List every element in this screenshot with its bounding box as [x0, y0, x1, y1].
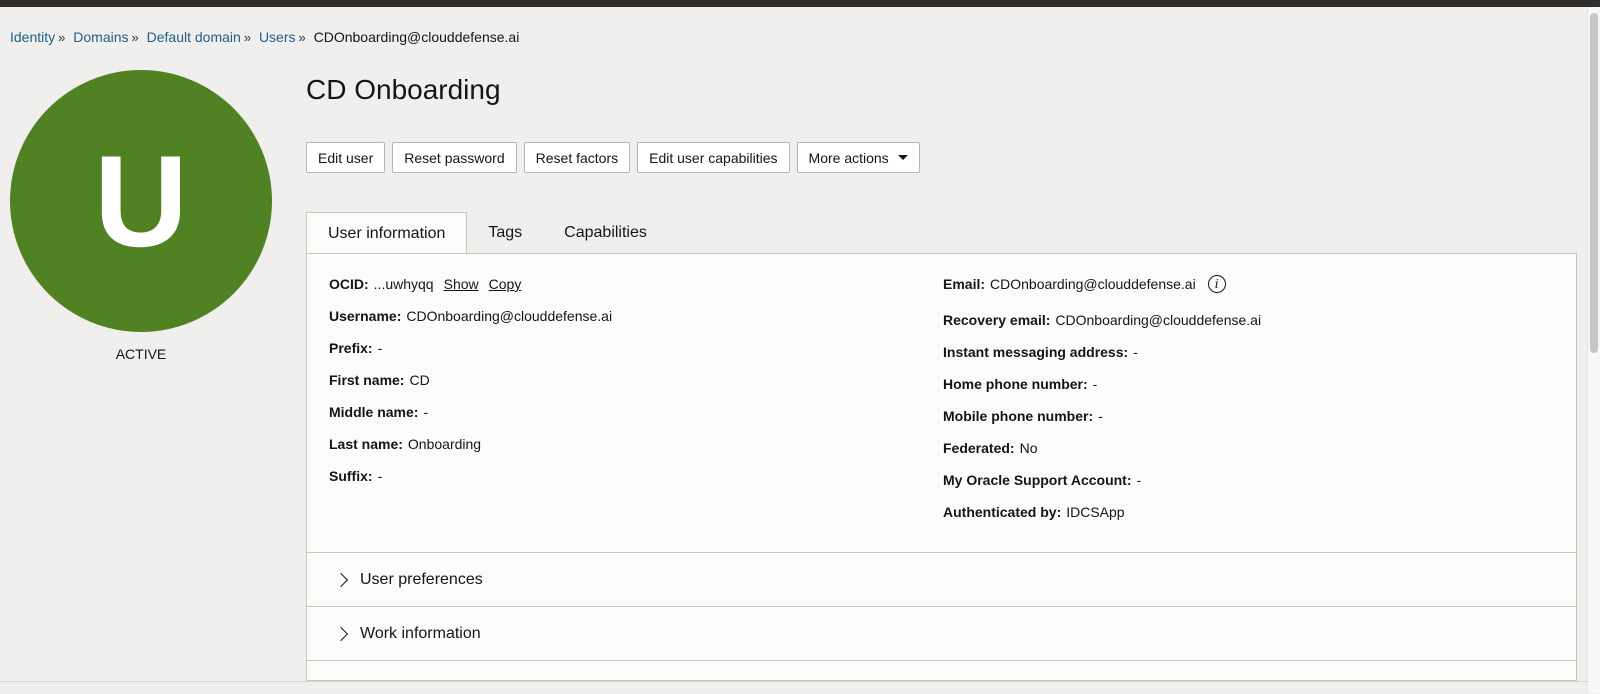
prefix-value: -	[377, 340, 383, 356]
home-phone-label: Home phone number:	[943, 376, 1088, 392]
next-section[interactable]	[306, 661, 1577, 681]
federated-label: Federated:	[943, 440, 1015, 456]
tab-tags[interactable]: Tags	[467, 212, 543, 254]
ocid-field: OCID: ...uwhyqq Show Copy	[329, 276, 521, 292]
tab-user-information[interactable]: User information	[306, 212, 468, 255]
caret-down-icon	[897, 155, 908, 160]
more-actions-button[interactable]: More actions	[796, 142, 920, 173]
user-avatar: U	[10, 70, 272, 332]
more-actions-label: More actions	[808, 149, 889, 166]
im-address-value: -	[1133, 344, 1138, 360]
authenticated-by-value: IDCSApp	[1066, 504, 1125, 520]
recovery-email-label: Recovery email:	[943, 312, 1051, 328]
breadcrumb-current: CDOnboarding@clouddefense.ai	[313, 29, 520, 45]
page-title: CD Onboarding	[306, 74, 501, 105]
federated-value: No	[1019, 440, 1038, 456]
email-label: Email:	[943, 276, 986, 292]
im-address-field: Instant messaging address: -	[943, 344, 1138, 360]
prefix-label: Prefix:	[329, 340, 373, 356]
scrollbar-thumb[interactable]	[1590, 13, 1598, 353]
home-phone-value: -	[1092, 376, 1098, 392]
breadcrumb-separator: »	[243, 30, 252, 45]
last-name-value: Onboarding	[407, 436, 482, 452]
ocid-show-link[interactable]: Show	[444, 276, 479, 292]
user-preferences-section[interactable]: User preferences	[306, 553, 1577, 607]
work-information-title: Work information	[360, 624, 481, 642]
middle-name-value: -	[423, 404, 429, 420]
home-phone-field: Home phone number: -	[943, 376, 1097, 392]
username-field: Username: CDOnboarding@clouddefense.ai	[329, 308, 612, 324]
email-field: Email: CDOnboarding@clouddefense.ai i	[943, 275, 1226, 293]
ocid-label: OCID:	[329, 276, 369, 292]
recovery-email-value: CDOnboarding@clouddefense.ai	[1055, 312, 1262, 328]
mos-account-label: My Oracle Support Account:	[943, 472, 1132, 488]
first-name-value: CD	[409, 372, 430, 388]
info-icon[interactable]: i	[1207, 275, 1226, 293]
suffix-field: Suffix: -	[329, 468, 382, 484]
breadcrumb-separator: »	[298, 30, 306, 45]
chevron-right-icon	[333, 626, 349, 641]
first-name-label: First name:	[329, 372, 405, 388]
recovery-email-field: Recovery email: CDOnboarding@clouddefens…	[943, 312, 1261, 328]
avatar-letter: U	[94, 128, 188, 274]
ocid-copy-link[interactable]: Copy	[489, 276, 522, 292]
im-address-label: Instant messaging address:	[943, 344, 1129, 360]
middle-name-label: Middle name:	[329, 404, 419, 420]
vertical-scrollbar[interactable]	[1587, 7, 1600, 693]
breadcrumb-domains[interactable]: Domains	[73, 29, 128, 45]
bottom-bar	[0, 681, 1588, 694]
action-bar: Edit user Reset password Reset factors E…	[306, 142, 920, 173]
middle-name-field: Middle name: -	[329, 404, 428, 420]
authenticated-by-label: Authenticated by:	[943, 504, 1062, 520]
mos-account-field: My Oracle Support Account: -	[943, 472, 1141, 488]
user-preferences-title: User preferences	[360, 570, 483, 588]
authenticated-by-field: Authenticated by: IDCSApp	[943, 504, 1125, 520]
edit-user-capabilities-button[interactable]: Edit user capabilities	[637, 142, 790, 173]
reset-password-button[interactable]: Reset password	[392, 142, 517, 173]
last-name-field: Last name: Onboarding	[329, 436, 481, 452]
user-information-panel: OCID: ...uwhyqq Show Copy Username: CDOn…	[306, 253, 1577, 553]
username-value: CDOnboarding@clouddefense.ai	[406, 308, 613, 324]
breadcrumb: Identity» Domains» Default domain» Users…	[10, 29, 519, 45]
status-label: ACTIVE	[115, 346, 167, 362]
prefix-field: Prefix: -	[329, 340, 382, 356]
federated-field: Federated: No	[943, 440, 1037, 456]
suffix-label: Suffix:	[329, 468, 373, 484]
mobile-phone-field: Mobile phone number: -	[943, 408, 1103, 424]
breadcrumb-users[interactable]: Users	[259, 29, 296, 45]
chevron-right-icon	[333, 572, 349, 587]
breadcrumb-separator: »	[131, 30, 139, 45]
tab-capabilities[interactable]: Capabilities	[543, 212, 668, 254]
mobile-phone-label: Mobile phone number:	[943, 408, 1094, 424]
tab-bar: User information Tags Capabilities	[306, 212, 668, 255]
breadcrumb-default-domain[interactable]: Default domain	[147, 29, 241, 45]
edit-user-button[interactable]: Edit user	[306, 142, 386, 173]
suffix-value: -	[377, 468, 383, 484]
ocid-value: ...uwhyqq	[373, 276, 434, 292]
breadcrumb-separator: »	[58, 30, 66, 45]
mobile-phone-value: -	[1098, 408, 1103, 424]
reset-factors-button[interactable]: Reset factors	[523, 142, 631, 173]
username-label: Username:	[329, 308, 402, 324]
email-value: CDOnboarding@clouddefense.ai	[990, 276, 1196, 292]
last-name-label: Last name:	[329, 436, 403, 452]
first-name-field: First name: CD	[329, 372, 430, 388]
mos-account-value: -	[1136, 472, 1142, 488]
breadcrumb-identity[interactable]: Identity	[10, 29, 55, 45]
top-bar	[0, 0, 1600, 7]
work-information-section[interactable]: Work information	[306, 607, 1577, 661]
